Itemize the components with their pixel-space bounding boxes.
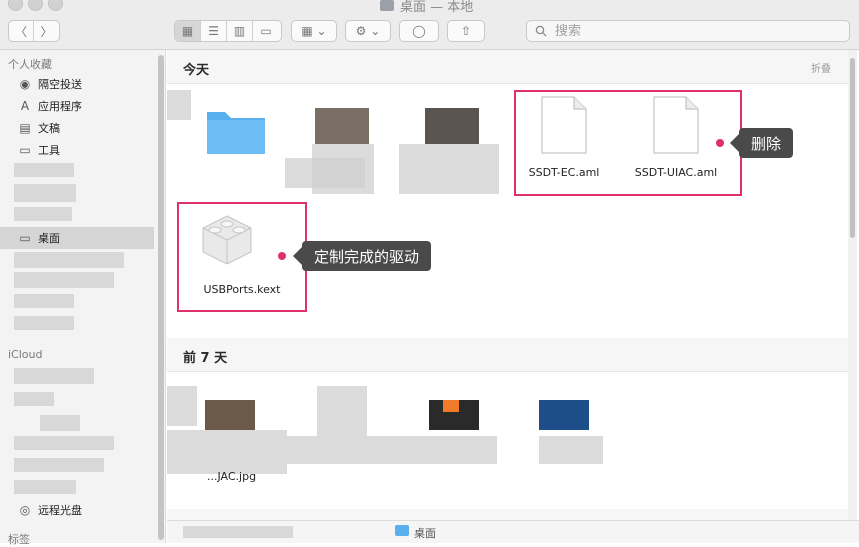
search-input[interactable] — [553, 22, 817, 40]
applications-icon: A — [20, 99, 30, 113]
redacted-item — [14, 163, 74, 177]
redacted-item — [14, 207, 72, 221]
sidebar-scrollbar[interactable] — [158, 55, 164, 540]
gear-icon: ⚙ ⌄ — [355, 24, 381, 38]
redacted-filename — [399, 144, 499, 194]
redacted-item — [14, 368, 94, 384]
scrollbar-thumb[interactable] — [850, 58, 855, 238]
edit-tags-button[interactable]: ◯ — [399, 20, 439, 42]
share-icon: ⇧ — [460, 24, 472, 38]
document-icon[interactable] — [653, 96, 699, 154]
thumbnail-accent — [443, 400, 459, 412]
redacted-item — [14, 316, 74, 330]
folder-icon[interactable] — [203, 102, 269, 158]
sidebar-item-documents[interactable]: ▤ 文稿 — [0, 117, 154, 139]
section-title: 前 7 天 — [183, 351, 228, 366]
callout-pointer-dot — [716, 139, 724, 147]
redacted-path — [183, 526, 293, 538]
forward-button[interactable]: 〉 — [34, 21, 59, 41]
minimize-window-button[interactable] — [28, 0, 43, 11]
main-scrollbar[interactable] — [848, 50, 857, 543]
redacted-item — [14, 436, 114, 450]
image-thumbnail[interactable] — [425, 108, 479, 144]
file-browser: 今天 折叠 SSDT-EC.aml SSDT-UIAC.aml 删除 USBPo… — [167, 50, 859, 543]
path-segment-desktop[interactable]: 桌面 — [414, 525, 436, 541]
file-name-ssdt-ec[interactable]: SSDT-EC.aml — [499, 166, 629, 179]
documents-icon: ▤ — [19, 121, 31, 135]
section-header-week: 前 7 天 — [167, 338, 849, 372]
redacted-filename — [312, 144, 374, 194]
redacted-item — [317, 386, 367, 436]
sidebar-item-label: 应用程序 — [38, 100, 82, 113]
redacted-item — [167, 386, 197, 426]
sidebar-item-label: 远程光盘 — [38, 504, 82, 517]
folder-icon — [380, 0, 394, 11]
kext-bundle-icon[interactable] — [197, 210, 257, 270]
redacted-item — [14, 480, 76, 494]
share-button[interactable]: ⇧ — [447, 20, 485, 42]
sidebar-item-desktop[interactable]: ▭ 桌面 — [0, 227, 154, 249]
callout-delete: 删除 — [729, 128, 794, 158]
image-thumbnail[interactable] — [429, 400, 479, 430]
sidebar: 个人收藏 ◉ 隔空投送 A 应用程序 ▤ 文稿 ▭ 工具 ▭ 桌面 iCloud… — [0, 50, 166, 546]
desktop-folder-icon — [395, 525, 409, 536]
icon-view-button[interactable]: ▦ — [175, 21, 201, 41]
sidebar-item-remote-disc[interactable]: ◎ 远程光盘 — [0, 499, 154, 521]
tags-heading: 标签 — [8, 533, 30, 546]
sidebar-item-label: 工具 — [38, 144, 60, 157]
close-window-button[interactable] — [8, 0, 23, 11]
column-view-button[interactable]: ▥ — [227, 21, 253, 41]
favorites-heading: 个人收藏 — [8, 58, 52, 71]
section-header-today: 今天 折叠 — [167, 50, 849, 84]
image-thumbnail[interactable] — [205, 400, 255, 430]
view-mode-switcher: ▦ ☰ ▥ ▭ — [174, 20, 282, 42]
icloud-heading: iCloud — [8, 348, 43, 361]
redacted-item — [14, 272, 114, 288]
list-view-button[interactable]: ☰ — [201, 21, 227, 41]
history-nav: 〈 〉 — [8, 20, 60, 42]
redacted-item — [14, 184, 76, 202]
desktop-icon: ▭ — [19, 231, 31, 245]
redacted-filename — [287, 436, 497, 464]
redacted-item — [14, 294, 74, 308]
sidebar-item-label: 隔空投送 — [38, 78, 82, 91]
group-by-label: ▦ ⌄ — [301, 24, 327, 38]
redacted-filename — [167, 430, 287, 474]
file-name-usbports-kext[interactable]: USBPorts.kext — [177, 283, 307, 296]
group-by-button[interactable]: ▦ ⌄ — [291, 20, 337, 42]
window-title: 桌面 — 本地 — [380, 0, 473, 15]
redacted-item — [40, 415, 80, 431]
sidebar-item-label: 桌面 — [38, 232, 60, 245]
gallery-view-button[interactable]: ▭ — [253, 21, 279, 41]
action-menu-button[interactable]: ⚙ ⌄ — [345, 20, 391, 42]
redacted-filename — [539, 436, 603, 464]
image-thumbnail[interactable] — [315, 108, 369, 144]
airdrop-icon: ◉ — [19, 77, 31, 91]
redacted-item — [14, 252, 124, 268]
redacted-item — [14, 458, 104, 472]
title-bar: 桌面 — 本地 〈 〉 ▦ ☰ ▥ ▭ ▦ ⌄ ⚙ ⌄ ◯ ⇧ — [0, 0, 859, 50]
collapse-button[interactable]: 折叠 — [811, 60, 831, 75]
zoom-window-button[interactable] — [48, 0, 63, 11]
callout-custom-driver: 定制完成的驱动 — [292, 241, 432, 271]
redacted-item — [167, 90, 191, 120]
redacted-item — [14, 392, 54, 406]
section-title: 今天 — [183, 63, 210, 78]
sidebar-item-label: 文稿 — [38, 122, 60, 135]
disc-icon: ◎ — [19, 503, 31, 517]
search-field[interactable] — [526, 20, 850, 42]
file-name-ssdt-uiac[interactable]: SSDT-UIAC.aml — [611, 166, 741, 179]
sidebar-item-applications[interactable]: A 应用程序 — [0, 95, 154, 117]
search-icon — [535, 25, 547, 37]
document-icon[interactable] — [541, 96, 587, 154]
callout-pointer-dot — [278, 252, 286, 260]
tag-icon: ◯ — [412, 24, 426, 38]
sidebar-item-airdrop[interactable]: ◉ 隔空投送 — [0, 73, 154, 95]
path-bar: 桌面 — [167, 520, 859, 543]
sidebar-item-tools[interactable]: ▭ 工具 — [0, 139, 154, 161]
image-thumbnail[interactable] — [539, 400, 589, 430]
folder-icon: ▭ — [19, 143, 31, 157]
file-name-partial[interactable]: ...JAC.jpg — [207, 470, 337, 483]
back-button[interactable]: 〈 — [9, 21, 35, 41]
